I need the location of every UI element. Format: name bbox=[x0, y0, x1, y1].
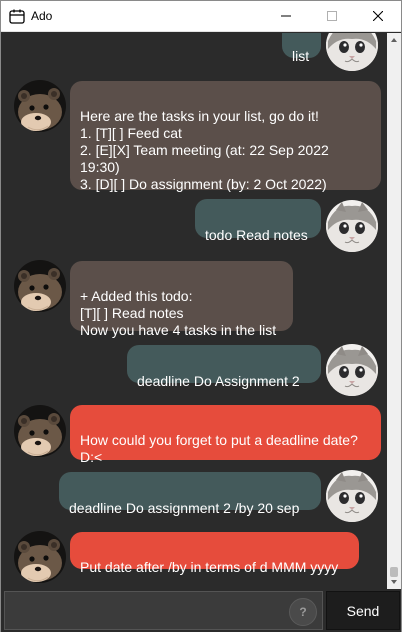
scroll-up-button[interactable] bbox=[387, 33, 401, 47]
maximize-button[interactable] bbox=[309, 1, 355, 32]
maximize-icon bbox=[327, 11, 337, 21]
chat-area[interactable]: list Here are the tasks in your list, go… bbox=[1, 33, 387, 589]
chevron-up-icon bbox=[391, 38, 397, 42]
chevron-down-icon bbox=[391, 580, 397, 584]
cat-avatar-icon bbox=[326, 200, 378, 252]
minimize-button[interactable] bbox=[263, 1, 309, 32]
ado-error-message: Put date after /by in terms of d MMM yyy… bbox=[70, 532, 359, 575]
ado-avatar bbox=[14, 80, 66, 132]
user-message: deadline Do Assignment 2 bbox=[127, 345, 321, 389]
message-input[interactable] bbox=[4, 591, 323, 630]
message-text: Put date after /by in terms of d MMM yyy… bbox=[80, 559, 339, 575]
calendar-icon bbox=[9, 9, 25, 24]
message-text: deadline Do Assignment 2 bbox=[137, 373, 300, 389]
user-message: todo Read notes bbox=[195, 199, 321, 243]
bear-avatar-icon bbox=[14, 80, 66, 132]
user-avatar bbox=[326, 200, 378, 252]
cat-avatar-icon bbox=[326, 470, 378, 522]
ado-avatar bbox=[14, 531, 66, 583]
user-message: deadline Do assignment 2 /by 20 sep bbox=[59, 472, 321, 516]
message-text: list bbox=[292, 48, 310, 64]
close-icon bbox=[373, 11, 383, 21]
app-window: Ado list Here are the tasks in your list… bbox=[0, 0, 402, 632]
cat-avatar-icon bbox=[326, 33, 378, 71]
message-text: todo Read notes bbox=[205, 227, 308, 243]
cat-avatar-icon bbox=[326, 344, 378, 396]
message-text: + Added this todo: [T][ ] Read notes Now… bbox=[80, 288, 277, 338]
user-avatar bbox=[326, 344, 378, 396]
chat-scrollbar[interactable] bbox=[387, 33, 401, 589]
minimize-icon bbox=[281, 15, 291, 17]
title-bar[interactable]: Ado bbox=[1, 1, 401, 32]
bear-avatar-icon bbox=[14, 531, 66, 583]
send-button[interactable]: Send bbox=[326, 591, 400, 630]
window-title: Ado bbox=[31, 9, 53, 23]
scroll-down-button[interactable] bbox=[387, 575, 401, 589]
close-button[interactable] bbox=[355, 1, 401, 32]
ado-message: Here are the tasks in your list, go do i… bbox=[70, 81, 381, 192]
message-text: Here are the tasks in your list, go do i… bbox=[80, 108, 329, 192]
user-avatar bbox=[326, 470, 378, 522]
input-bar: ? Send bbox=[1, 589, 401, 632]
message-text: deadline Do assignment 2 /by 20 sep bbox=[69, 500, 300, 516]
message-text: How could you forget to put a deadline d… bbox=[80, 432, 358, 465]
bear-avatar-icon bbox=[14, 260, 66, 312]
bear-avatar-icon bbox=[14, 405, 66, 457]
help-button[interactable]: ? bbox=[289, 598, 317, 626]
ado-avatar bbox=[14, 260, 66, 312]
user-avatar bbox=[326, 33, 378, 71]
user-message: list bbox=[282, 33, 321, 64]
ado-avatar bbox=[14, 405, 66, 457]
ado-error-message: How could you forget to put a deadline d… bbox=[70, 405, 381, 465]
ado-message: + Added this todo: [T][ ] Read notes Now… bbox=[70, 261, 293, 338]
